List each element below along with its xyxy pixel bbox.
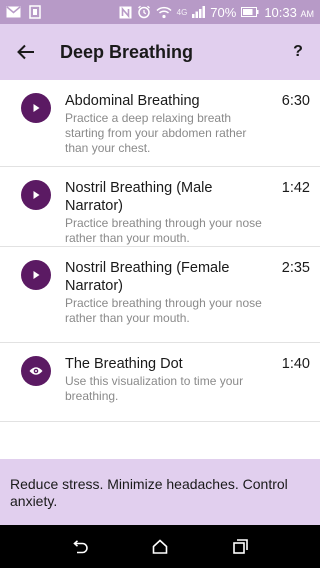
nav-recents-button[interactable] — [220, 527, 260, 567]
footer-message: Reduce stress. Minimize headaches. Contr… — [10, 476, 288, 509]
list-item-description: Practice a deep relaxing breath starting… — [65, 111, 247, 155]
list-item-abdominal-breathing[interactable]: Abdominal Breathing Practice a deep rela… — [0, 80, 320, 167]
home-icon — [152, 539, 168, 554]
wifi-icon — [156, 6, 172, 19]
app-bar: Deep Breathing ? — [0, 24, 320, 80]
list-item-duration: 2:35 — [281, 260, 310, 276]
play-button[interactable] — [21, 180, 51, 210]
list-item-text: Abdominal Breathing Practice a deep rela… — [65, 92, 270, 155]
list-item-text: Nostril Breathing (Male Narrator) Practi… — [65, 179, 270, 245]
battery-icon — [241, 7, 259, 17]
play-button[interactable] — [21, 93, 51, 123]
signal-icon — [192, 6, 206, 18]
nav-back-button[interactable] — [60, 527, 100, 567]
list-item-breathing-dot[interactable]: The Breathing Dot Use this visualization… — [0, 343, 320, 422]
play-button[interactable] — [21, 260, 51, 290]
list-item-title: Nostril Breathing (Female Narrator) — [65, 260, 230, 294]
status-time: 10:33 — [264, 4, 297, 20]
list-item-duration: 1:40 — [281, 356, 310, 372]
list-item-title: Nostril Breathing (Male Narrator) — [65, 180, 213, 214]
mail-notification-icon — [6, 6, 21, 18]
system-nav-bar — [0, 525, 320, 568]
play-icon — [33, 191, 40, 199]
list-item-nostril-breathing-female[interactable]: Nostril Breathing (Female Narrator) Prac… — [0, 247, 320, 343]
play-icon — [33, 104, 40, 112]
back-icon — [73, 539, 88, 553]
arrow-back-icon — [17, 44, 34, 60]
list-item-description: Practice breathing through your nose rat… — [65, 216, 262, 245]
nfc-icon — [119, 6, 132, 19]
list-item-text: Nostril Breathing (Female Narrator) Prac… — [65, 259, 270, 328]
list-item-title: Abdominal Breathing — [65, 93, 200, 109]
view-button[interactable] — [21, 356, 51, 386]
alarm-icon — [137, 5, 151, 19]
screenshot-notification-icon — [29, 5, 41, 19]
list-item-text: The Breathing Dot Use this visualization… — [65, 355, 270, 407]
list-item-duration: 1:42 — [281, 180, 310, 196]
list-item-nostril-breathing-male[interactable]: Nostril Breathing (Male Narrator) Practi… — [0, 167, 320, 247]
status-bar: 4G 70% 10:33 AM — [0, 0, 320, 24]
list-item-description: Practice breathing through your nose rat… — [65, 296, 262, 325]
status-time-suffix: AM — [300, 8, 315, 19]
network-type-label: 4G — [176, 7, 188, 17]
nav-home-button[interactable] — [140, 527, 180, 567]
battery-percent: 70% — [210, 4, 237, 20]
status-time-wrap: 10:33 AM — [264, 5, 314, 20]
exercise-list: Abdominal Breathing Practice a deep rela… — [0, 80, 320, 422]
list-item-description: Use this visualization to time your brea… — [65, 374, 244, 403]
page-title: Deep Breathing — [60, 41, 194, 62]
eye-icon — [29, 367, 43, 375]
list-item-duration: 6:30 — [281, 93, 310, 109]
footer-banner: Reduce stress. Minimize headaches. Contr… — [0, 459, 320, 525]
play-icon — [33, 271, 40, 279]
help-button[interactable]: ? — [276, 24, 320, 80]
back-button[interactable] — [0, 24, 52, 80]
list-item-title: The Breathing Dot — [65, 356, 183, 372]
recents-icon — [232, 539, 248, 554]
